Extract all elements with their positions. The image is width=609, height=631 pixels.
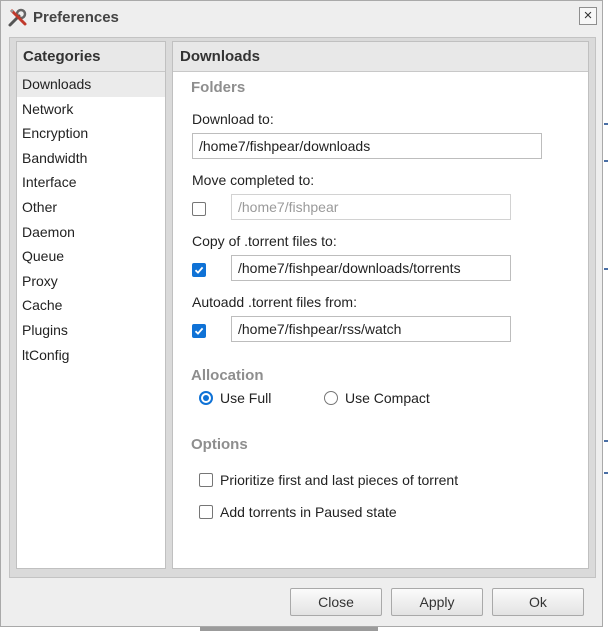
category-ltconfig[interactable]: ltConfig (17, 343, 165, 368)
move-completed-label: Move completed to: (192, 172, 315, 188)
category-bandwidth[interactable]: Bandwidth (17, 146, 165, 171)
apply-button[interactable]: Apply (391, 588, 483, 616)
paused-checkbox[interactable] (199, 505, 213, 519)
use-full-label[interactable]: Use Full (220, 390, 271, 406)
background-mark (604, 440, 608, 442)
background-mark (604, 160, 608, 162)
category-plugins[interactable]: Plugins (17, 318, 165, 343)
category-network[interactable]: Network (17, 97, 165, 122)
category-downloads[interactable]: Downloads (17, 72, 165, 97)
category-proxy[interactable]: Proxy (17, 269, 165, 294)
downloads-header: Downloads (173, 42, 588, 72)
copy-torrent-field[interactable]: /home7/fishpear/downloads/torrents (231, 255, 511, 281)
allocation-section-title: Allocation (191, 367, 264, 384)
use-compact-label[interactable]: Use Compact (345, 390, 430, 406)
use-compact-radio[interactable] (324, 391, 338, 405)
background-mark (604, 123, 608, 125)
ok-button[interactable]: Ok (492, 588, 584, 616)
paused-label[interactable]: Add torrents in Paused state (220, 504, 397, 520)
category-cache[interactable]: Cache (17, 293, 165, 318)
autoadd-label: Autoadd .torrent files from: (192, 294, 357, 310)
checkmark-icon (194, 327, 204, 335)
category-interface[interactable]: Interface (17, 170, 165, 195)
prioritize-checkbox[interactable] (199, 473, 213, 487)
download-to-label: Download to: (192, 111, 274, 127)
background-scrollbar (200, 627, 378, 631)
copy-torrent-checkbox[interactable] (192, 263, 206, 277)
close-icon[interactable]: × (579, 7, 597, 25)
copy-torrent-label: Copy of .torrent files to: (192, 233, 337, 249)
categories-panel: Categories Downloads Network Encryption … (16, 41, 166, 569)
categories-header: Categories (17, 42, 165, 72)
options-section-title: Options (191, 436, 248, 453)
titlebar[interactable]: Preferences × (1, 1, 602, 35)
category-daemon[interactable]: Daemon (17, 220, 165, 245)
checkmark-icon (194, 266, 204, 274)
move-completed-field[interactable]: /home7/fishpear (231, 194, 511, 220)
background-mark (604, 268, 608, 270)
folders-section-title: Folders (191, 79, 246, 96)
category-other[interactable]: Other (17, 195, 165, 220)
use-full-radio[interactable] (199, 391, 213, 405)
background-page-edge (603, 0, 609, 631)
autoadd-checkbox[interactable] (192, 324, 206, 338)
autoadd-field[interactable]: /home7/fishpear/rss/watch (231, 316, 511, 342)
window-title: Preferences (33, 9, 119, 26)
close-button[interactable]: Close (290, 588, 382, 616)
background-mark (604, 472, 608, 474)
download-to-field[interactable]: /home7/fishpear/downloads (192, 133, 542, 159)
category-queue[interactable]: Queue (17, 244, 165, 269)
categories-list: Downloads Network Encryption Bandwidth I… (17, 72, 165, 367)
tools-icon (8, 8, 27, 27)
category-encryption[interactable]: Encryption (17, 121, 165, 146)
move-completed-checkbox[interactable] (192, 202, 206, 216)
prioritize-label[interactable]: Prioritize first and last pieces of torr… (220, 472, 458, 488)
